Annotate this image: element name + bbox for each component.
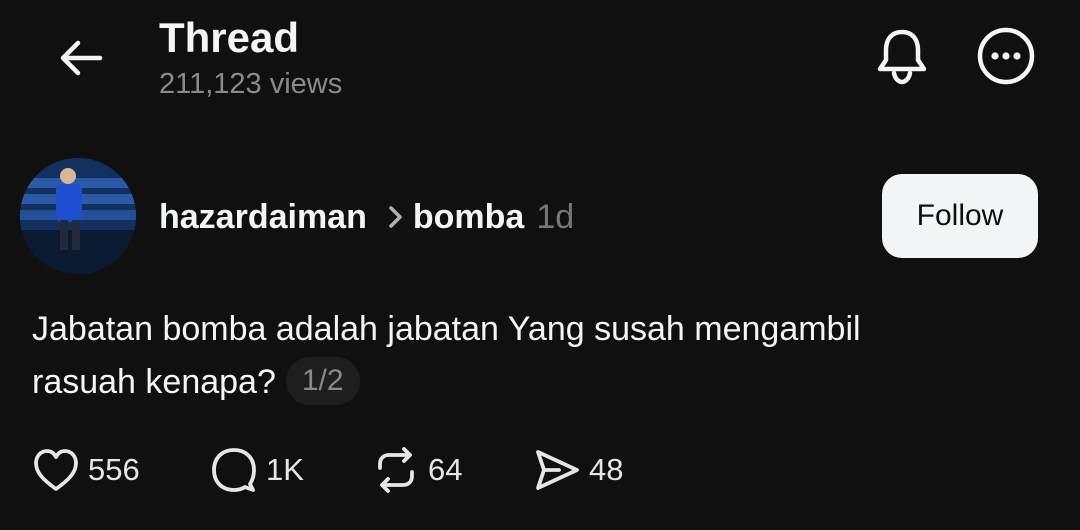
like-button[interactable]: 556 [32, 440, 140, 500]
follow-button[interactable]: Follow [882, 174, 1038, 258]
comment-icon [210, 446, 258, 494]
repost-icon [372, 446, 420, 494]
avatar[interactable] [20, 158, 136, 274]
avatar-photo [20, 158, 136, 274]
bell-icon [877, 29, 927, 85]
community-name[interactable]: bomba [413, 195, 524, 239]
heart-icon [32, 446, 80, 494]
post-header: hazardaiman bomba 1d Follow [0, 155, 1080, 277]
post-text-line-1: Jabatan bomba adalah jabatan Yang susah … [32, 310, 861, 348]
username[interactable]: hazardaiman [159, 195, 367, 239]
more-horizontal-icon [977, 27, 1035, 85]
arrow-left-icon [60, 40, 103, 76]
chevron-right-icon [387, 204, 405, 230]
page-title: Thread [159, 14, 300, 61]
post-text-line-2-content: rasuah kenapa? [32, 363, 276, 401]
action-bar: 556 1K 64 48 [0, 440, 1080, 500]
send-icon [533, 446, 581, 494]
notifications-button[interactable] [872, 26, 932, 86]
title-block: Thread 211,123 views [159, 14, 342, 102]
more-options-button[interactable] [976, 26, 1036, 86]
like-count: 556 [88, 452, 140, 487]
reply-button[interactable]: 1K [210, 440, 304, 500]
post-text-line-2: rasuah kenapa? 1/2 [32, 356, 1042, 409]
back-button[interactable] [52, 30, 108, 86]
repost-button[interactable]: 64 [372, 440, 462, 500]
repost-count: 64 [428, 452, 463, 487]
share-count: 48 [589, 452, 624, 487]
page-indicator: 1/2 [285, 357, 360, 406]
post-age: 1d [536, 198, 575, 236]
header-bar: Thread 211,123 views [0, 0, 1080, 120]
share-button[interactable]: 48 [533, 440, 623, 500]
view-count: 211,123 views [159, 68, 343, 100]
post-text: Jabatan bomba adalah jabatan Yang susah … [32, 303, 1042, 409]
reply-count: 1K [266, 452, 304, 487]
author-line: hazardaiman bomba 1d [159, 195, 574, 239]
